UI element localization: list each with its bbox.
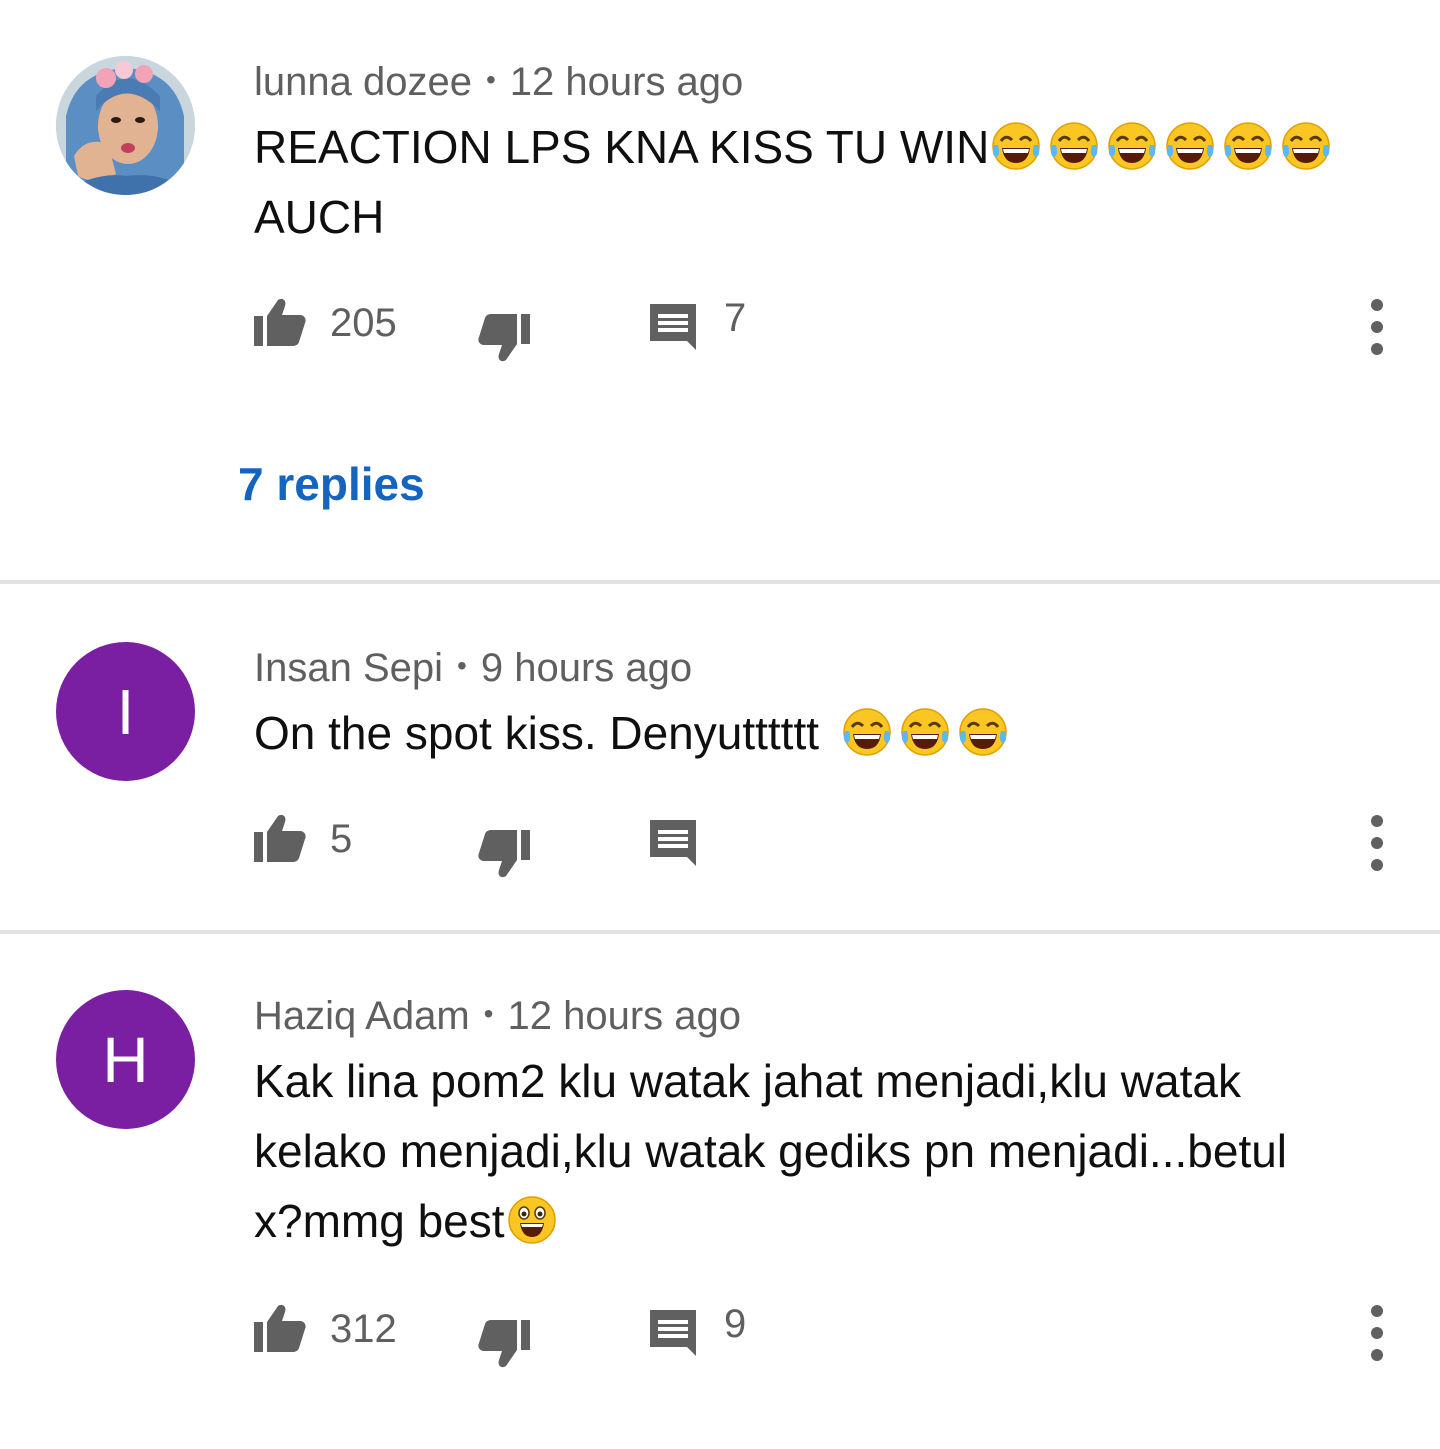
comment-text-line: AUCH bbox=[254, 191, 385, 243]
avatar[interactable] bbox=[56, 56, 195, 195]
like-count: 5 bbox=[330, 817, 353, 861]
separator-dot: • bbox=[483, 998, 494, 1029]
thumbs-down-icon bbox=[478, 828, 530, 878]
thumbs-up-icon bbox=[254, 1304, 306, 1354]
reply-button[interactable] bbox=[650, 818, 698, 866]
author-name[interactable]: Haziq Adam bbox=[254, 994, 470, 1038]
comment-item: lunna dozee • 12 hours ago REACTION LPS KN… bbox=[0, 0, 1440, 580]
more-vert-icon[interactable] bbox=[1360, 808, 1394, 878]
face-with-tears-of-joy-icon bbox=[1165, 121, 1215, 171]
avatar-letter: H bbox=[102, 1023, 149, 1096]
timestamp: 12 hours ago bbox=[507, 994, 741, 1038]
author-name[interactable]: Insan Sepi bbox=[254, 646, 443, 690]
comment-text: Kak lina pom2 klu watak jahat menjadi,kl… bbox=[254, 1046, 1384, 1256]
comment-text-line: x?mmg best bbox=[254, 1195, 505, 1247]
emoji-group bbox=[832, 707, 1008, 759]
face-with-tears-of-joy-icon bbox=[1281, 121, 1331, 171]
avatar[interactable]: H bbox=[56, 990, 195, 1129]
like-count: 312 bbox=[330, 1307, 397, 1351]
like-button[interactable]: 312 bbox=[254, 1304, 397, 1354]
comment-item: I Insan Sepi • 9 hours ago On the spot kis… bbox=[0, 584, 1440, 930]
dislike-button[interactable] bbox=[478, 828, 530, 878]
face-with-tears-of-joy-icon bbox=[958, 707, 1008, 757]
like-count: 205 bbox=[330, 301, 397, 345]
dislike-button[interactable] bbox=[478, 312, 530, 362]
reply-count: 9 bbox=[724, 1302, 747, 1346]
user-photo-icon bbox=[56, 56, 195, 195]
face-with-tears-of-joy-icon bbox=[1049, 121, 1099, 171]
comment-text-line: Kak lina pom2 klu watak jahat menjadi,kl… bbox=[254, 1055, 1241, 1107]
reply-count: 7 bbox=[724, 296, 747, 340]
avatar-letter: I bbox=[116, 675, 135, 748]
comment-meta: lunna dozee • 12 hours ago bbox=[254, 56, 743, 106]
comment-text-line: On the spot kiss. Denyutttttt bbox=[254, 707, 832, 759]
emoji-group bbox=[989, 121, 1331, 173]
thumbs-up-icon bbox=[254, 298, 306, 348]
reply-button[interactable]: 7 bbox=[650, 296, 746, 350]
comment-text-line: REACTION LPS KNA KISS TU WIN bbox=[254, 121, 990, 173]
timestamp: 12 hours ago bbox=[509, 60, 744, 104]
comment-text: REACTION LPS KNA KISS TU WIN AUCH bbox=[254, 112, 1384, 252]
face-with-tears-of-joy-icon bbox=[1223, 121, 1273, 171]
face-with-tears-of-joy-icon bbox=[900, 707, 950, 757]
view-replies-link[interactable]: 7 replies bbox=[238, 456, 425, 512]
comment-actions: 312 9 bbox=[0, 1298, 1440, 1368]
comment-actions: 205 7 bbox=[0, 292, 1440, 362]
grinning-face-with-open-mouth-icon bbox=[507, 1195, 557, 1245]
separator-dot: • bbox=[485, 64, 496, 95]
avatar[interactable]: I bbox=[56, 642, 195, 781]
reply-button[interactable]: 9 bbox=[650, 1302, 746, 1356]
comment-meta: Haziq Adam • 12 hours ago bbox=[254, 990, 741, 1040]
face-with-tears-of-joy-icon bbox=[1107, 121, 1157, 171]
dislike-button[interactable] bbox=[478, 1318, 530, 1368]
comment-actions: 5 bbox=[0, 808, 1440, 878]
comment-icon bbox=[650, 1308, 698, 1356]
face-with-tears-of-joy-icon bbox=[991, 121, 1041, 171]
face-with-tears-of-joy-icon bbox=[842, 707, 892, 757]
more-vert-icon[interactable] bbox=[1360, 292, 1394, 362]
timestamp: 9 hours ago bbox=[480, 646, 693, 690]
more-vert-icon[interactable] bbox=[1360, 1298, 1394, 1368]
thumbs-up-icon bbox=[254, 814, 306, 864]
author-name[interactable]: lunna dozee bbox=[254, 60, 472, 104]
thumbs-down-icon bbox=[478, 1318, 530, 1368]
separator-dot: • bbox=[457, 650, 467, 681]
thumbs-down-icon bbox=[478, 312, 530, 362]
like-button[interactable]: 5 bbox=[254, 814, 352, 864]
comment-meta: Insan Sepi • 9 hours ago bbox=[254, 642, 692, 692]
comment-text-line: kelako menjadi,klu watak gediks pn menja… bbox=[254, 1125, 1288, 1177]
comment-text: On the spot kiss. Denyutttttt bbox=[254, 698, 1384, 768]
like-button[interactable]: 205 bbox=[254, 298, 397, 348]
comment-icon bbox=[650, 818, 698, 866]
comment-item: H Haziq Adam • 12 hours ago Kak lina pom2 … bbox=[0, 934, 1440, 1449]
comment-icon bbox=[650, 302, 698, 350]
